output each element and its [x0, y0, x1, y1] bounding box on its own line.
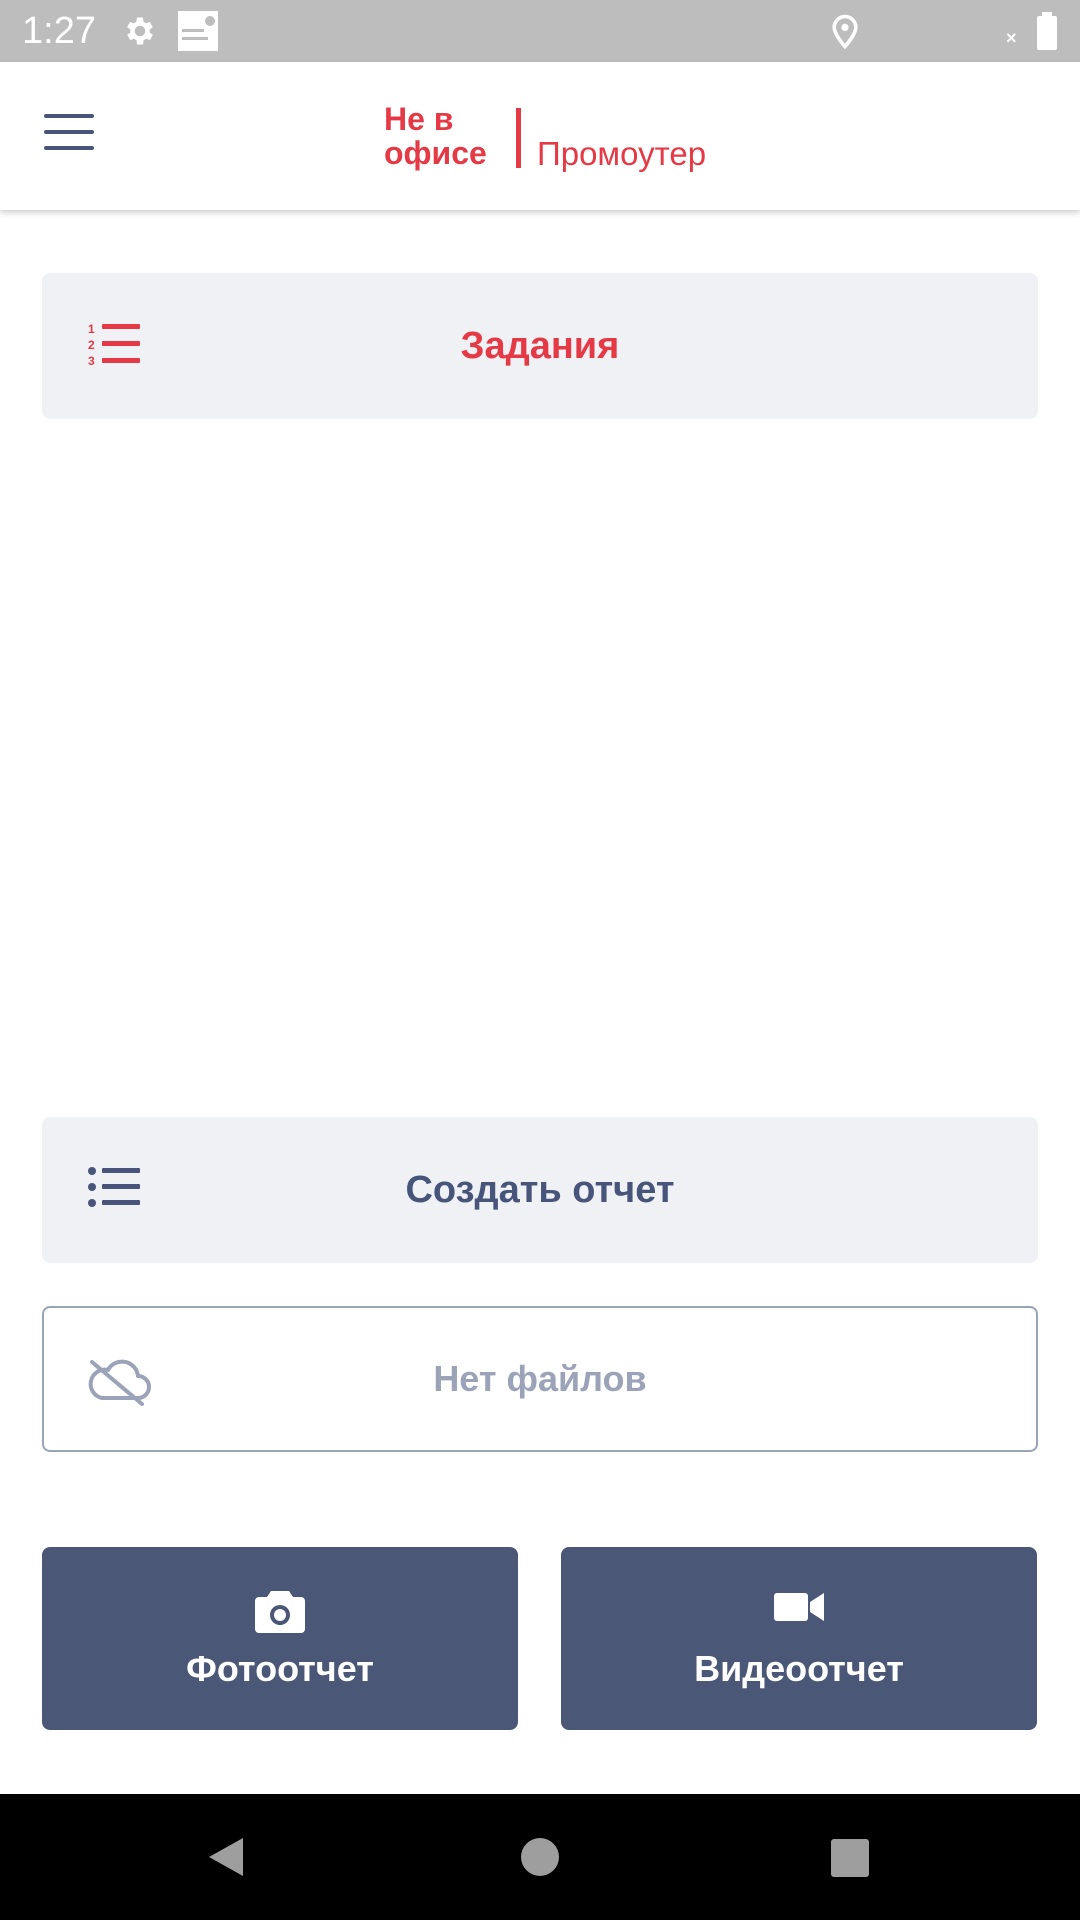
status-bar: 1:27 ×	[0, 0, 1080, 62]
logo-role: Промоутер	[537, 135, 707, 172]
hamburger-menu-icon[interactable]	[44, 114, 104, 158]
create-report-label: Создать отчет	[405, 1169, 675, 1211]
photo-report-button[interactable]: Фотоотчет	[42, 1547, 518, 1730]
app-notification-icon	[178, 11, 218, 51]
create-report-button[interactable]: Создать отчет	[42, 1117, 1038, 1263]
system-nav-bar	[0, 1794, 1080, 1920]
logo-line-1: Не в	[384, 101, 454, 137]
home-icon[interactable]	[521, 1838, 559, 1876]
tasks-button[interactable]: 1 2 3 Задания	[42, 273, 1038, 419]
recents-icon[interactable]	[831, 1839, 869, 1877]
logo-brand: Не в офисе	[384, 102, 487, 170]
video-report-button[interactable]: Видеоотчет	[561, 1547, 1037, 1730]
photo-report-label: Фотоотчет	[186, 1648, 374, 1689]
battery-icon	[1037, 12, 1057, 50]
logo-line-2: офисе	[384, 135, 487, 171]
video-report-label: Видеоотчет	[694, 1648, 904, 1689]
back-icon[interactable]	[203, 1834, 249, 1880]
camera-icon	[255, 1591, 305, 1633]
no-files-label: Нет файлов	[433, 1358, 647, 1399]
location-icon	[832, 14, 858, 49]
logo-divider	[516, 108, 521, 168]
status-time: 1:27	[22, 10, 96, 52]
files-status: Нет файлов	[42, 1306, 1038, 1452]
app-bar: Не в офисе Промоутер	[0, 62, 1080, 210]
video-camera-icon	[774, 1593, 824, 1621]
no-connection-icon: ×	[1006, 28, 1017, 48]
gear-icon	[127, 17, 153, 45]
tasks-label: Задания	[460, 325, 620, 367]
